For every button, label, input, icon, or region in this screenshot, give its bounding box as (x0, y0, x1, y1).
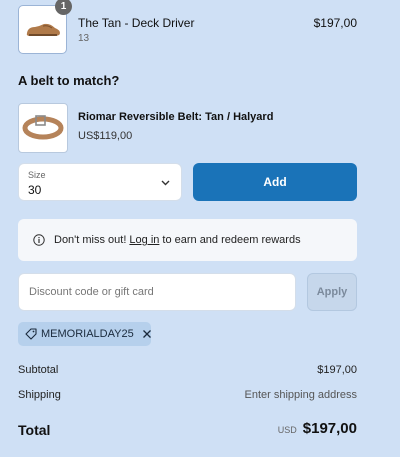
upsell-heading: A belt to match? (18, 73, 120, 88)
upsell-product-price: US$119,00 (78, 130, 133, 142)
quantity-badge: 1 (55, 0, 72, 15)
total-label: Total (18, 422, 51, 438)
discount-code-input[interactable] (18, 273, 296, 311)
add-upsell-button[interactable]: Add (193, 163, 357, 201)
loafer-shoe-icon (26, 23, 60, 36)
info-icon (33, 234, 45, 246)
notice-text-start: Don't miss out! (54, 234, 127, 246)
product-price: $197,00 (313, 16, 357, 30)
total-value: $197,00 (302, 420, 357, 437)
discount-code-label: MEMORIALDAY25 (41, 328, 134, 340)
applied-discount-chip: MEMORIALDAY25 (18, 322, 151, 346)
tag-icon (25, 328, 37, 340)
chevron-down-icon (161, 180, 170, 186)
upsell-product-name: Riomar Reversible Belt: Tan / Halyard (78, 111, 274, 123)
rewards-notice: Don't miss out! Log in to earn and redee… (18, 219, 357, 261)
size-value: 30 (28, 183, 42, 197)
subtotal-value: $197,00 (317, 364, 357, 376)
currency-code: USD (277, 425, 297, 435)
apply-discount-button[interactable]: Apply (307, 273, 357, 311)
product-variant: 13 (78, 33, 90, 44)
shipping-label: Shipping (18, 389, 61, 401)
size-label: Size (28, 170, 46, 180)
subtotal-label: Subtotal (18, 364, 59, 376)
login-link[interactable]: Log in (129, 234, 159, 246)
belt-icon (22, 115, 64, 140)
remove-discount-icon[interactable] (142, 329, 152, 339)
notice-text-end: to earn and redeem rewards (162, 234, 301, 246)
shipping-value: Enter shipping address (244, 389, 357, 401)
total-amount: USD $197,00 (278, 420, 357, 437)
size-select[interactable]: Size 30 (18, 163, 182, 201)
upsell-product-thumbnail (18, 103, 68, 153)
product-name: The Tan - Deck Driver (78, 16, 195, 30)
